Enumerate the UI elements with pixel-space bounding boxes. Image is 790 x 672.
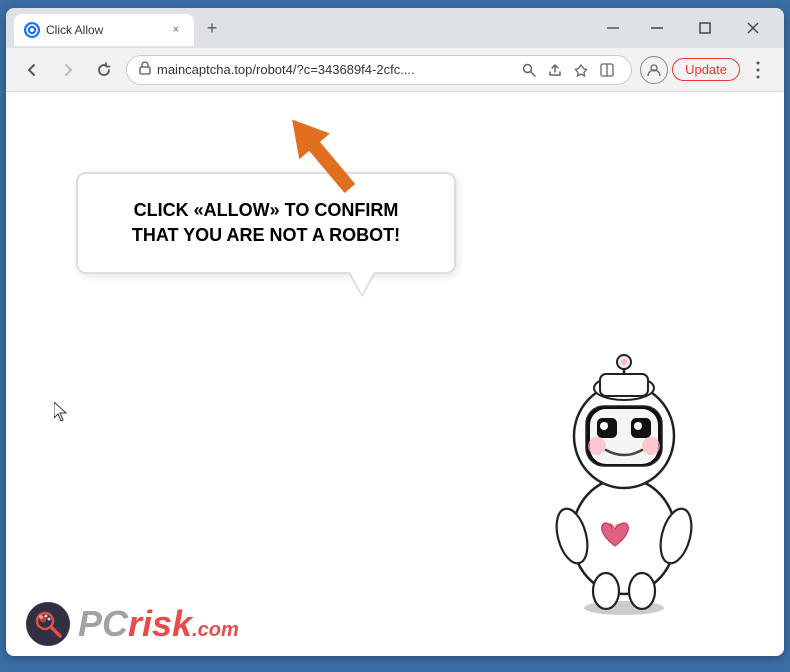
pc-text: PC: [78, 603, 128, 644]
new-tab-button[interactable]: +: [198, 14, 226, 42]
tab-title: Click Allow: [46, 23, 162, 37]
back-button[interactable]: [18, 56, 46, 84]
split-screen-icon[interactable]: [595, 58, 619, 82]
lock-icon: [139, 61, 151, 78]
nav-right-controls: Update: [640, 56, 772, 84]
page-content: CLICK «ALLOW» TO CONFIRM THAT YOU ARE NO…: [6, 92, 784, 656]
bookmark-icon[interactable]: [569, 58, 593, 82]
minimize-button-area: [605, 22, 621, 34]
browser-menu-button[interactable]: [744, 56, 772, 84]
profile-button[interactable]: [640, 56, 668, 84]
forward-button[interactable]: [54, 56, 82, 84]
cursor-svg: [54, 402, 70, 422]
window-controls: [605, 13, 776, 43]
address-bar[interactable]: maincaptcha.top/robot4/?c=343689f4-2cfc.…: [126, 55, 632, 85]
tab-favicon: [24, 22, 40, 38]
address-actions: [517, 58, 619, 82]
url-text: maincaptcha.top/robot4/?c=343689f4-2cfc.…: [157, 62, 511, 77]
robot-svg: [524, 346, 724, 616]
close-button[interactable]: [730, 13, 776, 43]
reload-button[interactable]: [90, 56, 118, 84]
minimize-button[interactable]: [634, 13, 680, 43]
share-icon[interactable]: [543, 58, 567, 82]
pcrisk-watermark: PCrisk.com: [26, 602, 239, 646]
risk-text: risk: [128, 603, 192, 644]
pcrisk-brand-text: PCrisk.com: [78, 603, 239, 645]
search-icon[interactable]: [517, 58, 541, 82]
title-bar: Click Allow × +: [6, 8, 784, 48]
pcrisk-logo: [26, 602, 70, 646]
bubble-text: CLICK «ALLOW» TO CONFIRM THAT YOU ARE NO…: [108, 198, 424, 248]
maximize-button[interactable]: [682, 13, 728, 43]
orange-arrow: [276, 104, 366, 204]
tab-area: Click Allow × +: [14, 8, 605, 48]
robot-character: [524, 346, 744, 626]
update-button[interactable]: Update: [672, 58, 740, 81]
com-text: .com: [192, 619, 239, 641]
browser-tab[interactable]: Click Allow ×: [14, 14, 194, 46]
navigation-bar: maincaptcha.top/robot4/?c=343689f4-2cfc.…: [6, 48, 784, 92]
browser-window: Click Allow × +: [6, 8, 784, 656]
speech-bubble: CLICK «ALLOW» TO CONFIRM THAT YOU ARE NO…: [76, 172, 456, 274]
tab-close-button[interactable]: ×: [168, 22, 184, 38]
orange-arrow-container: [276, 104, 366, 209]
pcrisk-logo-svg: [28, 604, 68, 644]
